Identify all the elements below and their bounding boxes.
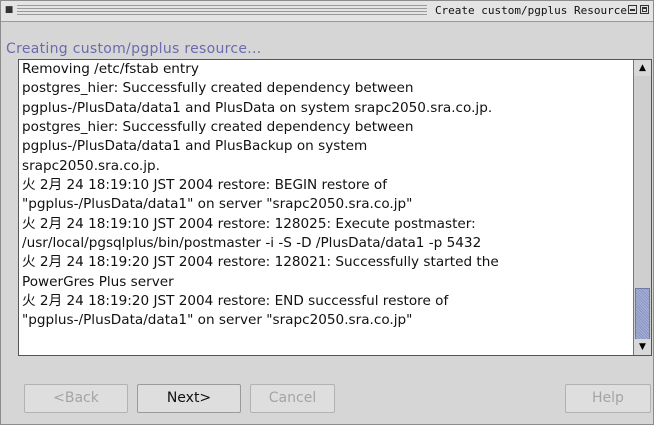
window-title: Create custom/pgplus Resource	[428, 4, 627, 17]
log-line: srapc2050.sra.co.jp.	[22, 157, 160, 174]
progress-heading: Creating custom/pgplus resource...	[6, 41, 262, 57]
scroll-down-arrow-icon[interactable]: ▼	[634, 339, 651, 355]
log-line: pgplus-/PlusData/data1 and PlusBackup on…	[22, 138, 368, 155]
log-line: postgres_hier: Successfully created depe…	[22, 80, 414, 97]
log-content: Removing /etc/fstab entry postgres_hier: …	[22, 60, 631, 331]
vertical-scrollbar[interactable]: ▲ ▼	[633, 60, 651, 355]
log-line: "pgplus-/PlusData/data1" on server "srap…	[22, 312, 413, 329]
log-line: postgres_hier: Successfully created depe…	[22, 119, 414, 136]
scroll-up-arrow-icon[interactable]: ▲	[634, 60, 651, 76]
log-line: /usr/local/pgsqlplus/bin/postmaster -i -…	[22, 235, 482, 252]
dialog-window: ■ Create custom/pgplus Resource Creating…	[0, 0, 654, 425]
log-line: "pgplus-/PlusData/data1" on server "srap…	[22, 196, 413, 213]
cancel-button[interactable]: Cancel	[250, 384, 335, 413]
title-bar[interactable]: ■ Create custom/pgplus Resource	[1, 1, 653, 22]
window-menu-icon[interactable]: ■	[4, 5, 14, 15]
maximize-icon[interactable]	[640, 5, 649, 14]
log-line: 火 2月 24 18:19:20 JST 2004 restore: END s…	[22, 293, 449, 310]
next-button[interactable]: Next>	[137, 384, 241, 413]
minimize-icon[interactable]	[628, 5, 637, 14]
back-button[interactable]: <Back	[24, 384, 128, 413]
log-line: 火 2月 24 18:19:10 JST 2004 restore: BEGIN…	[22, 177, 387, 194]
help-button[interactable]: Help	[565, 384, 651, 413]
log-line: pgplus-/PlusData/data1 and PlusData on s…	[22, 99, 493, 116]
log-line: Removing /etc/fstab entry	[22, 61, 199, 77]
log-line: 火 2月 24 18:19:20 JST 2004 restore: 12802…	[22, 254, 499, 271]
log-text-area[interactable]: Removing /etc/fstab entry postgres_hier: …	[18, 59, 652, 356]
title-bar-texture	[17, 5, 427, 16]
log-line: 火 2月 24 18:19:10 JST 2004 restore: 12802…	[22, 215, 476, 232]
log-line: PowerGres Plus server	[22, 273, 174, 290]
